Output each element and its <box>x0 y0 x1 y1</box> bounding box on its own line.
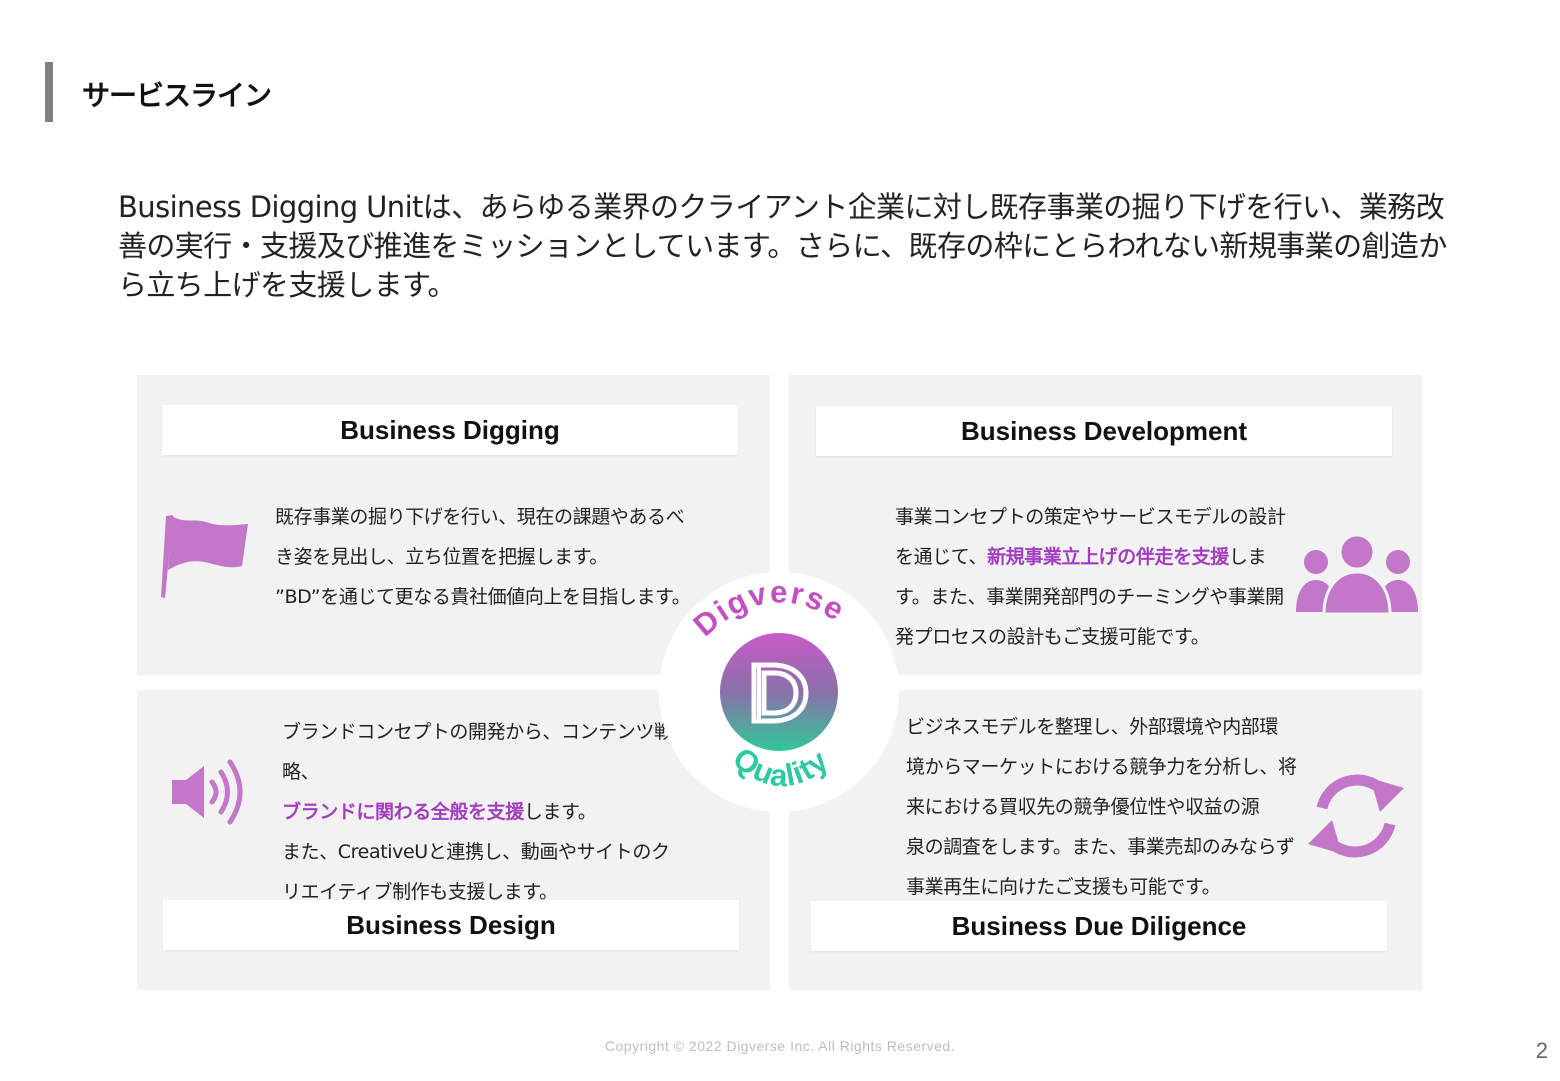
due-diligence-line-2: 境からマーケットにおける競争力を分析し、将 <box>906 756 1297 778</box>
intro-paragraph: Business Digging Unitは、あらゆる業界のクライアント企業に対… <box>118 190 1447 302</box>
digverse-quality-logo: Digverse Quality <box>659 572 899 812</box>
development-line-2: を通じて、新規事業立上げの伴走を支援しま <box>895 537 1295 577</box>
design-line-2: ブランドに関わる全般を支援します。 <box>282 792 702 832</box>
copyright-footer: Copyright © 2022 Digverse Inc. All Right… <box>604 1038 956 1054</box>
due-diligence-line-4: 泉の調査をします。また、事業売却のみならず <box>906 836 1295 858</box>
due-diligence-line-1: ビジネスモデルを整理し、外部環境や内部環 <box>906 716 1279 738</box>
header-business-due-diligence: Business Due Diligence <box>811 901 1387 951</box>
header-business-digging: Business Digging <box>162 405 738 455</box>
title-accent-bar <box>45 62 53 122</box>
due-diligence-line-3: 来における買収先の競争優位性や収益の源 <box>906 796 1260 818</box>
page-number: 2 <box>1535 1038 1548 1063</box>
header-business-development: Business Development <box>816 406 1392 456</box>
people-icon <box>1294 530 1420 618</box>
development-line-1: 事業コンセプトの策定やサービスモデルの設計 <box>895 506 1286 528</box>
flag-icon <box>160 512 252 606</box>
development-line-4: 発プロセスの設計もご支援可能です。 <box>895 626 1210 648</box>
digging-line-2: き姿を見出し、立ち位置を把握します。 <box>275 546 608 568</box>
design-description: ブランドコンセプトの開発から、コンテンツ戦略、 ブランドに関わる全般を支援します… <box>282 712 702 912</box>
design-line-1: ブランドコンセプトの開発から、コンテンツ戦略、 <box>282 721 673 783</box>
digverse-logo-mark <box>720 633 838 751</box>
digging-description: 既存事業の掘り下げを行い、現在の課題やあるべ き姿を見出し、立ち位置を把握します… <box>275 497 725 617</box>
refresh-cycle-icon <box>1306 770 1406 866</box>
speaker-icon <box>168 756 248 832</box>
development-description: 事業コンセプトの策定やサービスモデルの設計 を通じて、新規事業立上げの伴走を支援… <box>895 497 1295 657</box>
page-title: サービスライン <box>82 79 272 112</box>
due-diligence-description: ビジネスモデルを整理し、外部環境や内部環 境からマーケットにおける競争力を分析し… <box>906 707 1306 907</box>
digging-line-1: 既存事業の掘り下げを行い、現在の課題やあるべ <box>275 506 685 528</box>
header-business-design: Business Design <box>163 900 739 950</box>
development-line-3: す。また、事業開発部門のチーミングや事業開 <box>895 586 1284 608</box>
development-highlight: 新規事業立上げの伴走を支援 <box>987 546 1229 568</box>
digging-line-3: ”BD”を通じて更なる貴社価値向上を目指します。 <box>275 586 691 608</box>
development-line-2-post: しま <box>1228 546 1267 568</box>
design-line-2-post: します。 <box>523 801 597 823</box>
design-line-3: また、CreativeUと連携し、動画やサイトのク <box>282 841 670 863</box>
development-line-2-pre: を通じて、 <box>895 546 988 568</box>
design-highlight: ブランドに関わる全般を支援 <box>282 801 524 823</box>
